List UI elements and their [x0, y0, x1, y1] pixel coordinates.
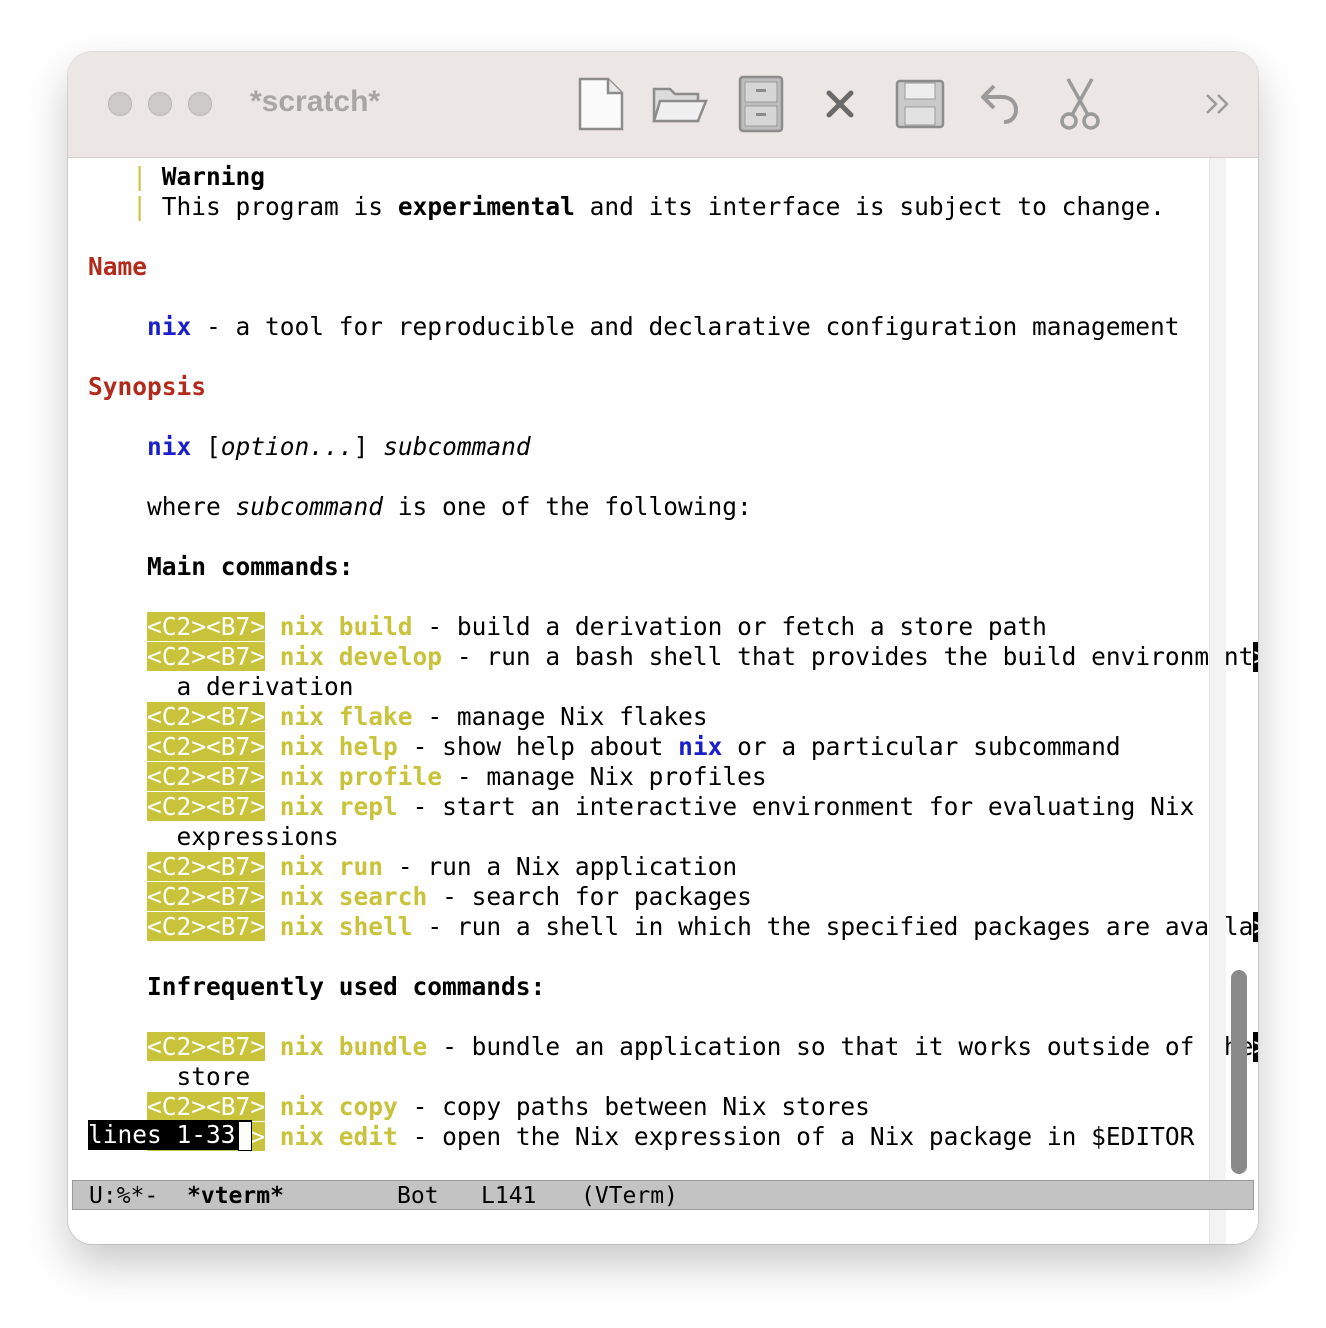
mode-line: U:%*- *vterm* Bot L141 (VTerm) [72, 1180, 1254, 1210]
synopsis-heading: Synopsis [88, 372, 207, 401]
list-item: <C2><B7> nix help - show help about nix … [147, 732, 1121, 761]
name-line: nix - a tool for reproducible and declar… [147, 312, 1180, 341]
list-item: <C2><B7> nix flake - manage Nix flakes [147, 702, 708, 731]
save-icon[interactable] [892, 74, 948, 134]
list-item: <C2><B7> nix search - search for package… [147, 882, 752, 911]
list-item: <C2><B7> nix run - run a Nix application [147, 852, 738, 881]
buffer-name[interactable]: *vterm* [187, 1181, 284, 1211]
synopsis-line: nix [option...] subcommand [147, 432, 531, 461]
list-item-continuation: expressions [176, 822, 339, 851]
close-icon[interactable] [812, 74, 868, 134]
zoom-window-button[interactable] [188, 92, 212, 116]
list-item: <C2><B7> nix repl - start an interactive… [147, 792, 1195, 821]
list-item: <C2><B7> nix edit - open the Nix express… [88, 1122, 1194, 1152]
truncation-marker: > [1253, 1032, 1258, 1062]
minimize-window-button[interactable] [148, 92, 172, 116]
scrollbar-thumb[interactable] [1231, 970, 1247, 1174]
list-item-continuation: a derivation [176, 672, 354, 701]
main-commands-heading: Main commands: [147, 552, 354, 581]
scroll-position: Bot [397, 1183, 439, 1209]
terminal-buffer[interactable]: | Warning | This program is experimental… [68, 158, 1258, 1180]
title-bar: *scratch* [68, 52, 1258, 158]
warning-text-line: | This program is experimental and its i… [132, 192, 1165, 221]
warning-title: Warning [161, 162, 266, 191]
text-cursor [237, 1121, 252, 1151]
list-item: <C2><B7> nix build - build a derivation … [147, 612, 1047, 641]
infrequent-commands-heading: Infrequently used commands: [147, 972, 546, 1001]
scrollbar-track[interactable] [1209, 158, 1226, 1244]
cut-icon[interactable] [1052, 74, 1108, 134]
list-item: <C2><B7> nix shell - run a shell in whic… [88, 912, 1258, 942]
list-item-continuation: store [176, 1062, 251, 1091]
file-cabinet-icon[interactable] [733, 74, 789, 134]
truncation-marker: > [1253, 912, 1258, 942]
close-window-button[interactable] [108, 92, 132, 116]
list-item: <C2><B7> nix develop - run a bash shell … [88, 642, 1258, 672]
overflow-icon[interactable] [1190, 74, 1246, 134]
name-heading: Name [88, 252, 148, 281]
list-item: <C2><B7> nix profile - manage Nix profil… [147, 762, 767, 791]
open-folder-icon[interactable] [652, 74, 708, 134]
warning-title-line: | Warning [132, 162, 266, 191]
list-item: <C2><B7> nix bundle - bundle an applicat… [88, 1032, 1258, 1062]
window-title: *scratch* [250, 85, 381, 118]
undo-icon[interactable] [972, 74, 1028, 134]
pager-status: lines 1-33 [88, 1120, 252, 1151]
line-number: L141 [481, 1183, 537, 1209]
major-mode[interactable]: (VTerm) [581, 1181, 678, 1211]
list-item: <C2><B7> nix copy - copy paths between N… [147, 1092, 870, 1121]
buffer-state: U:%*- [89, 1183, 159, 1209]
where-line: where subcommand is one of the following… [147, 492, 752, 521]
emacs-window: *scratch* | Warning | This program is ex… [68, 52, 1258, 1244]
truncation-marker: > [1253, 642, 1258, 672]
new-file-icon[interactable] [573, 74, 629, 134]
